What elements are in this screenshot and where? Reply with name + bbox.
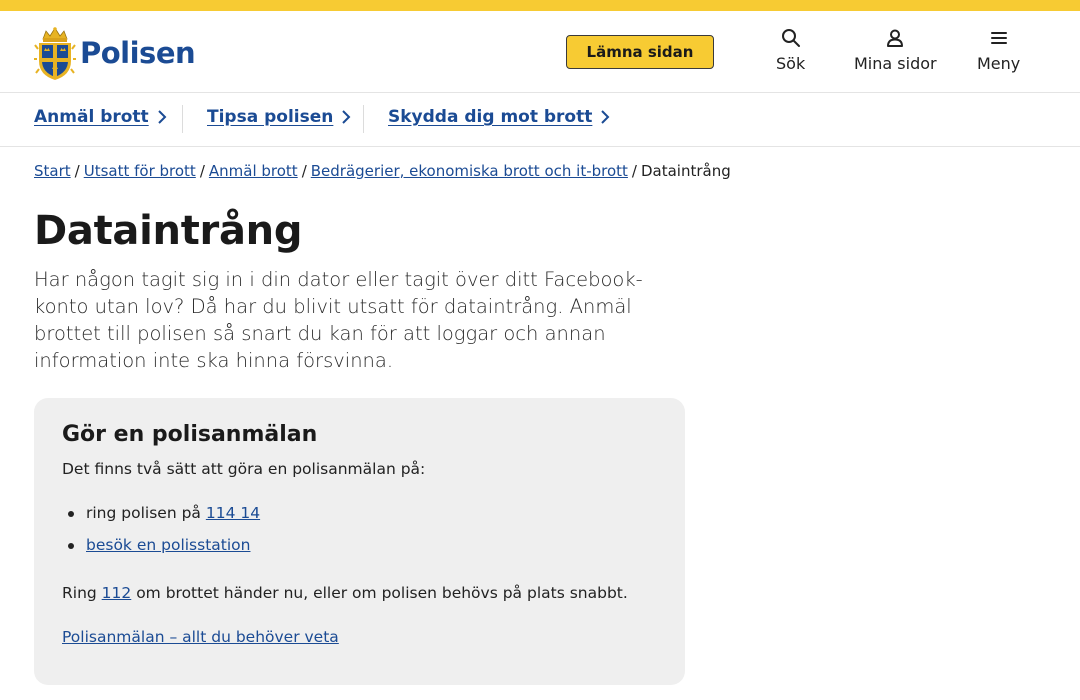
emergency-number-link[interactable]: 112 xyxy=(102,584,132,602)
breadcrumb-link-victim-of-crime[interactable]: Utsatt för brott xyxy=(84,162,196,180)
breadcrumb-link-start[interactable]: Start xyxy=(34,162,71,180)
call-option-text: ring polisen på xyxy=(86,504,206,522)
page-title: Dataintrång xyxy=(34,208,303,254)
report-options-list: ring polisen på 114 14 besök en polissta… xyxy=(67,502,260,566)
lead-paragraph: Har någon tagit sig in i din dator eller… xyxy=(34,268,643,372)
user-icon xyxy=(887,29,904,47)
menu-label: Meny xyxy=(977,54,1021,73)
search-label: Sök xyxy=(776,54,806,73)
emergency-prefix: Ring xyxy=(62,584,102,602)
logo-wordmark: Polisen xyxy=(80,36,196,70)
chevron-right-icon xyxy=(601,110,610,124)
breadcrumb-separator: / xyxy=(631,162,637,180)
top-accent-stripe xyxy=(0,0,1080,11)
breadcrumb-link-fraud-it-crime[interactable]: Bedrägerier, ekonomiska brott och it-bro… xyxy=(311,162,628,180)
breadcrumb-separator: / xyxy=(301,162,307,180)
menu-button[interactable]: Meny xyxy=(977,28,1020,73)
chevron-right-icon xyxy=(342,110,351,124)
quicknav-divider xyxy=(182,105,183,133)
breadcrumb-link-report-crime[interactable]: Anmäl brott xyxy=(209,162,298,180)
quicknav-divider xyxy=(363,105,364,133)
breadcrumb-current: Dataintrång xyxy=(640,162,731,180)
quick-navigation: Anmäl brott Tipsa polisen Skydda dig mot… xyxy=(0,93,1080,147)
quicknav-label: Tipsa polisen xyxy=(207,107,334,127)
quicknav-item-protect-yourself[interactable]: Skydda dig mot brott xyxy=(388,107,610,127)
hamburger-menu-icon xyxy=(990,32,1007,44)
polisen-logo[interactable]: Polisen xyxy=(34,25,196,81)
card-intro: Det finns två sätt att göra en polisanmä… xyxy=(62,460,426,478)
breadcrumb: Start / Utsatt för brott / Anmäl brott / Bedrä… xyxy=(34,162,731,180)
list-item: ring polisen på 114 14 xyxy=(67,502,260,534)
search-icon xyxy=(781,29,800,47)
chevron-right-icon xyxy=(157,110,167,124)
report-guide-link[interactable]: Polisanmälan – allt du behöver veta xyxy=(62,628,339,646)
report-crime-card: Gör en polisanmälan Det finns två sätt a… xyxy=(34,398,685,685)
emergency-suffix: om brottet händer nu, eller om polisen b… xyxy=(131,584,628,602)
breadcrumb-separator: / xyxy=(199,162,205,180)
my-pages-button[interactable]: Mina sidor xyxy=(854,28,937,73)
emergency-text: Ring 112 om brottet händer nu, eller om … xyxy=(62,584,628,602)
leave-site-button[interactable]: Lämna sidan xyxy=(566,35,714,69)
site-header: Polisen Lämna sidan Sök Mina sidor Meny xyxy=(0,11,1080,93)
card-title: Gör en polisanmälan xyxy=(62,422,318,447)
my-pages-label: Mina sidor xyxy=(854,54,937,73)
quicknav-item-tip-police[interactable]: Tipsa polisen xyxy=(207,107,351,127)
search-button[interactable]: Sök xyxy=(776,28,805,73)
breadcrumb-separator: / xyxy=(74,162,80,180)
quicknav-item-report-crime[interactable]: Anmäl brott xyxy=(34,107,167,127)
visit-station-link[interactable]: besök en polisstation xyxy=(86,536,250,554)
quicknav-label: Skydda dig mot brott xyxy=(388,107,593,127)
quicknav-label: Anmäl brott xyxy=(34,107,149,127)
phone-number-link[interactable]: 114 14 xyxy=(206,504,260,522)
police-emblem-icon xyxy=(34,27,76,80)
list-item: besök en polisstation xyxy=(67,534,260,566)
